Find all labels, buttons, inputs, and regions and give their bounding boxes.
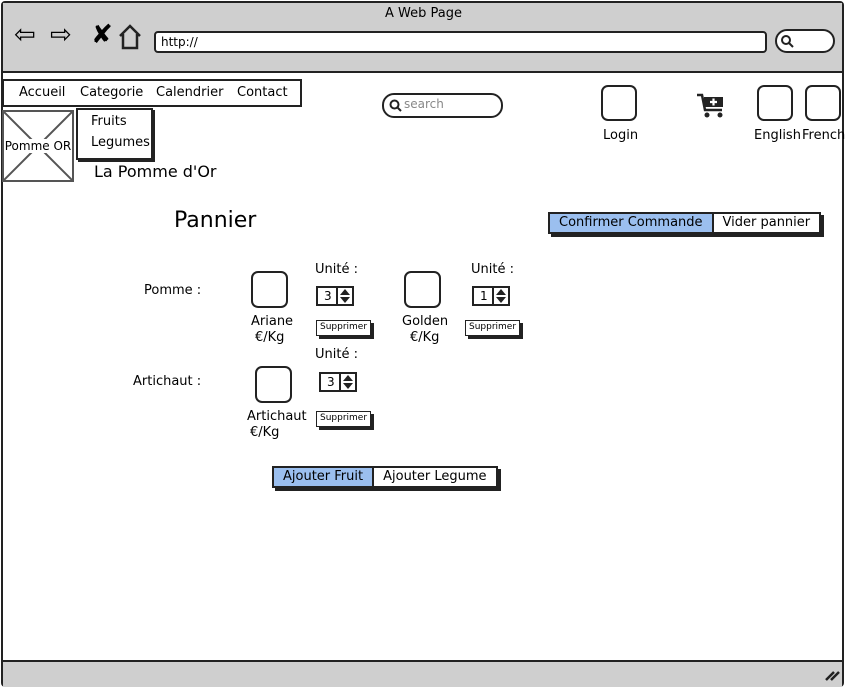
url-bar[interactable]: http:// — [154, 31, 767, 53]
product-name-artichaut: Artichaut — [247, 409, 307, 424]
add-vegetable-button[interactable]: Ajouter Legume — [374, 468, 495, 486]
browser-search-field[interactable] — [775, 29, 835, 53]
home-icon[interactable] — [118, 24, 142, 50]
cart-icon[interactable] — [695, 92, 729, 120]
english-flag-button[interactable] — [757, 85, 793, 121]
menu-item-categorie[interactable]: Categorie — [80, 85, 143, 100]
product-name-ariane: Ariane — [251, 314, 294, 329]
quantity-value: 1 — [480, 289, 488, 303]
window-title: A Web Page — [385, 6, 462, 21]
remove-button-golden[interactable]: Supprimer — [465, 320, 521, 336]
quantity-value: 3 — [327, 375, 335, 389]
menu-item-calendrier[interactable]: Calendrier — [156, 85, 223, 100]
product-image-artichaut — [255, 366, 292, 403]
status-bar — [3, 660, 842, 687]
unit-label: Unité : — [471, 262, 514, 277]
quantity-value: 3 — [324, 289, 332, 303]
page-title: Pannier — [174, 208, 257, 233]
search-input[interactable]: search — [382, 93, 503, 118]
quantity-stepper-artichaut[interactable]: 3 — [319, 372, 357, 392]
submenu-item-fruits[interactable]: Fruits — [91, 114, 127, 129]
forward-arrow-icon[interactable]: ⇨ — [50, 22, 72, 48]
unit-label: Unité : — [315, 347, 358, 362]
quantity-stepper-ariane[interactable]: 3 — [316, 286, 354, 306]
unit-label: Unité : — [315, 262, 358, 277]
product-image-golden — [404, 271, 441, 308]
french-flag-button[interactable] — [805, 85, 841, 121]
search-icon — [781, 35, 794, 48]
french-label: French — [802, 128, 846, 143]
menu-item-contact[interactable]: Contact — [237, 85, 288, 100]
back-arrow-icon[interactable]: ⇦ — [14, 22, 36, 48]
product-image-ariane — [251, 271, 288, 308]
confirm-order-button[interactable]: Confirmer Commande — [550, 214, 714, 232]
main-menu: Accueil Categorie Calendrier Contact — [2, 79, 302, 107]
logo-label: Pomme OR — [4, 139, 72, 153]
logo-image: Pomme OR — [2, 110, 74, 182]
product-price-artichaut: €/Kg — [250, 425, 280, 440]
english-label: English — [754, 128, 801, 143]
add-product-actions: Ajouter Fruit Ajouter Legume — [272, 466, 498, 488]
category-label-pomme: Pomme : — [144, 283, 202, 298]
close-icon[interactable]: ✘ — [91, 22, 113, 48]
submenu-item-legumes[interactable]: Legumes — [91, 135, 150, 150]
product-price-golden: €/Kg — [410, 330, 440, 345]
stepper-arrows-icon[interactable] — [336, 288, 352, 304]
add-fruit-button[interactable]: Ajouter Fruit — [274, 468, 375, 486]
login-button[interactable] — [601, 85, 637, 121]
remove-button-artichaut[interactable]: Supprimer — [316, 411, 372, 427]
remove-button-ariane[interactable]: Supprimer — [316, 320, 372, 336]
clear-cart-button[interactable]: Vider pannier — [714, 214, 820, 232]
product-price-ariane: €/Kg — [255, 330, 285, 345]
category-submenu: Fruits Legumes — [76, 108, 153, 160]
login-label: Login — [603, 128, 639, 143]
menu-item-accueil[interactable]: Accueil — [19, 85, 65, 100]
search-placeholder: search — [404, 97, 444, 111]
stepper-arrows-icon[interactable] — [339, 374, 355, 390]
stepper-arrows-icon[interactable] — [492, 288, 508, 304]
search-icon — [389, 99, 402, 112]
site-name: La Pomme d'Or — [94, 162, 217, 181]
resize-handle-icon[interactable] — [824, 668, 840, 682]
product-name-golden: Golden — [402, 314, 449, 329]
cart-actions: Confirmer Commande Vider pannier — [548, 212, 822, 234]
category-label-artichaut: Artichaut : — [133, 374, 202, 389]
quantity-stepper-golden[interactable]: 1 — [472, 286, 510, 306]
